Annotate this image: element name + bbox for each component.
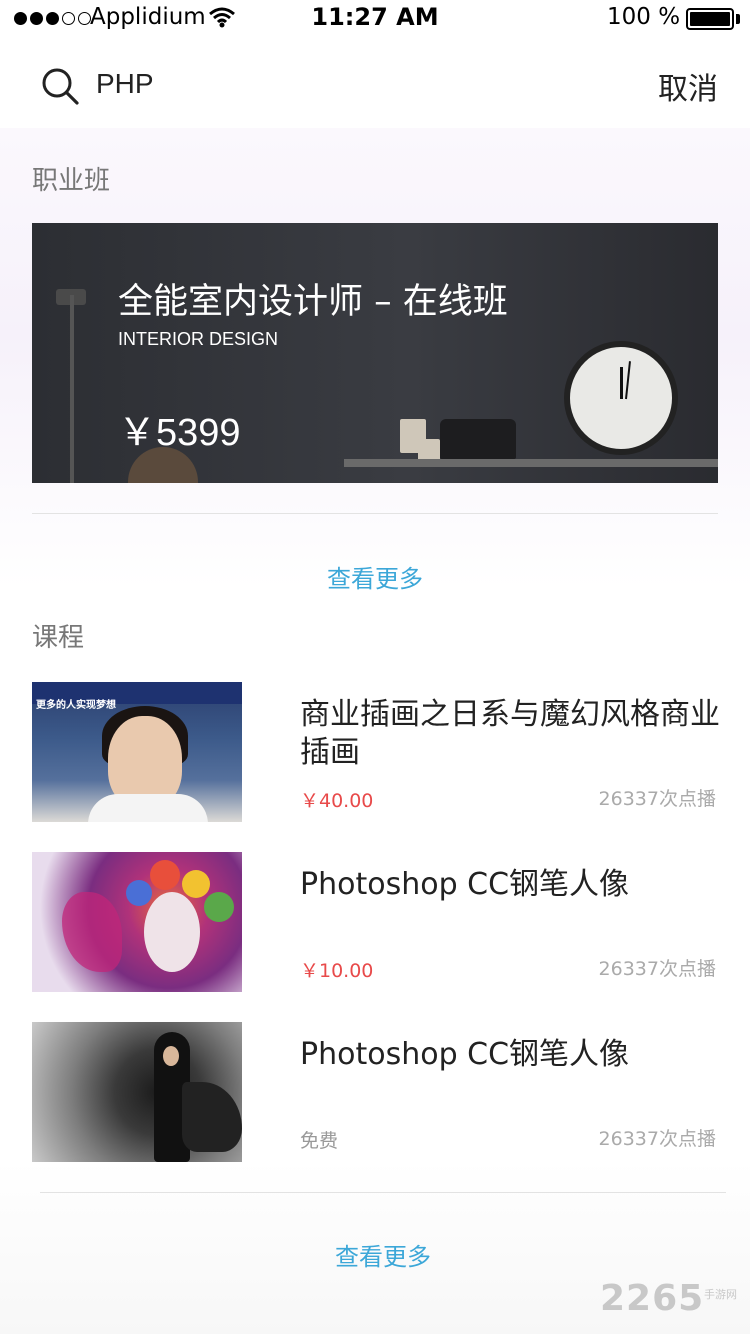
course-thumbnail bbox=[32, 1022, 242, 1162]
course-price: ￥10.00 bbox=[300, 960, 374, 982]
cancel-button[interactable]: 取消 bbox=[658, 64, 718, 108]
course-thumbnail: 更多的人实现梦想 bbox=[32, 682, 242, 822]
battery-nub bbox=[736, 14, 740, 24]
course-title: Photoshop CC钢笔人像 bbox=[300, 1037, 630, 1072]
search-icon bbox=[42, 68, 79, 105]
career-section-title: 职业班 bbox=[32, 166, 111, 196]
battery-percentage: 100 % bbox=[607, 4, 681, 30]
course-title: 商业插画之日系与魔幻风格商业插画 bbox=[300, 697, 720, 770]
clock-decoration bbox=[564, 341, 678, 455]
section-divider bbox=[32, 513, 718, 514]
search-bar: 取消 bbox=[0, 40, 750, 128]
course-more-link[interactable]: 查看更多 bbox=[8, 1237, 750, 1272]
banner-price: ￥5399 bbox=[118, 412, 241, 454]
banner-title: 全能室内设计师 – 在线班 bbox=[118, 282, 508, 322]
career-more-link[interactable]: 查看更多 bbox=[0, 559, 750, 594]
course-price: 免费 bbox=[300, 1130, 339, 1152]
course-item[interactable]: Photoshop CC钢笔人像 免费 26337次点播 bbox=[32, 1022, 718, 1162]
course-play-count: 26337次点播 bbox=[598, 958, 716, 980]
typewriter-decoration bbox=[440, 419, 516, 459]
battery-icon bbox=[686, 8, 734, 30]
watermark-subtext: 手游网 bbox=[704, 1288, 737, 1301]
lamp-pole bbox=[70, 295, 74, 483]
course-play-count: 26337次点播 bbox=[598, 1128, 716, 1150]
section-divider bbox=[40, 1192, 726, 1193]
thumbnail-caption: 更多的人实现梦想 bbox=[36, 700, 116, 711]
watermark-logo: 2265 bbox=[600, 1278, 705, 1319]
course-thumbnail bbox=[32, 852, 242, 992]
cup-decoration-small bbox=[418, 439, 440, 461]
banner-subtitle: INTERIOR DESIGN bbox=[118, 329, 279, 349]
course-item[interactable]: 更多的人实现梦想 商业插画之日系与魔幻风格商业插画 ￥40.00 26337次点… bbox=[32, 682, 720, 822]
course-title: Photoshop CC钢笔人像 bbox=[300, 867, 630, 902]
course-section-title: 课程 bbox=[32, 623, 85, 653]
status-bar: Applidium 11:27 AM 100 % bbox=[0, 0, 750, 40]
career-banner[interactable]: 全能室内设计师 – 在线班 INTERIOR DESIGN ￥5399 bbox=[32, 223, 718, 483]
course-item[interactable]: Photoshop CC钢笔人像 ￥10.00 26337次点播 bbox=[32, 852, 718, 992]
course-play-count: 26337次点播 bbox=[598, 788, 716, 810]
search-input[interactable] bbox=[96, 62, 596, 106]
course-price: ￥40.00 bbox=[300, 790, 374, 812]
shelf-decoration bbox=[344, 459, 718, 467]
